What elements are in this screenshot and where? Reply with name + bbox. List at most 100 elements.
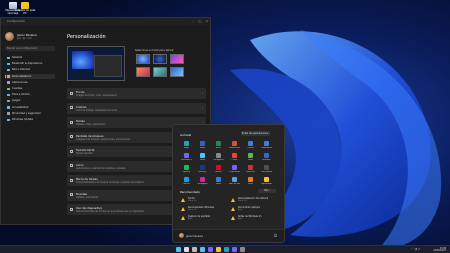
pinned-app[interactable]: Office: [229, 153, 240, 161]
recommended-date: Ayer: [188, 218, 193, 220]
pinned-app[interactable]: Fotos: [213, 177, 224, 185]
minimize-button[interactable]: –: [190, 19, 196, 23]
theme-thumb[interactable]: [170, 54, 184, 64]
wifi-icon: [7, 68, 10, 72]
pinned-app[interactable]: PowerPoint: [229, 141, 240, 149]
recommended-item[interactable]: Captura de pantalla Ayer: [181, 215, 229, 223]
pinned-app[interactable]: Paint: [245, 177, 256, 185]
recommended-item[interactable]: Fondo Hace 1 h: [181, 197, 229, 205]
store-icon[interactable]: [232, 247, 237, 252]
pinned-app-label: Excel: [215, 147, 222, 149]
avatar[interactable]: [5, 32, 14, 41]
person-icon: [7, 87, 10, 90]
recommended-date: Ayer: [238, 218, 243, 220]
tray-icons[interactable]: ⌃ ◔ ♪: [411, 247, 420, 251]
explorer-icon: [264, 177, 269, 182]
sidebar-item-6[interactable]: Cuentas: [5, 86, 55, 91]
pinned-app[interactable]: Solitaire: [261, 153, 272, 161]
cards-icon: [264, 153, 269, 158]
row-subtitle: Imagen de fondo, color, presentación: [76, 94, 117, 97]
maximize-button[interactable]: □: [197, 19, 203, 23]
pinned-app[interactable]: Bloc de notas: [229, 177, 240, 185]
calculator-icon: [264, 165, 269, 170]
explorer-icon[interactable]: [216, 247, 221, 252]
theme-thumb[interactable]: [153, 54, 167, 64]
pinned-app[interactable]: Calendario: [261, 141, 272, 149]
sidebar-item-label: Sistema: [12, 56, 23, 59]
clock-date: 24/06/2021: [433, 248, 446, 252]
start-icon[interactable]: [176, 247, 181, 252]
sidebar-item-label: Aplicaciones: [12, 80, 28, 84]
pinned-app[interactable]: Clipchamp: [229, 165, 240, 173]
pinned-app[interactable]: Instagram: [197, 177, 208, 185]
close-button[interactable]: ×: [204, 19, 210, 23]
chat-icon[interactable]: [208, 247, 213, 252]
word-icon: [200, 141, 205, 146]
pinned-app-label: Twitter: [183, 183, 190, 185]
pinned-app-label: Xbox: [248, 159, 253, 161]
start-user-name[interactable]: Javier Penalva: [186, 235, 203, 238]
pinned-app[interactable]: Fotos: [197, 153, 208, 161]
pinned-app[interactable]: Spotify: [181, 165, 192, 173]
sidebar-item-8[interactable]: Juegos: [5, 98, 55, 103]
sidebar-item-5[interactable]: Aplicaciones: [5, 80, 55, 85]
disney-icon: [200, 165, 205, 170]
avatar[interactable]: [179, 233, 184, 238]
theme-thumb[interactable]: [170, 67, 184, 77]
power-icon[interactable]: ⏻: [273, 233, 278, 238]
pinned-app[interactable]: Correo: [245, 141, 256, 149]
all-apps-button[interactable]: Todas las aplicaciones ›: [241, 131, 270, 136]
sidebar-item-9[interactable]: Accesibilidad: [5, 105, 55, 110]
system-clock[interactable]: 13:08 24/06/2021: [433, 247, 446, 253]
theme-thumb[interactable]: [153, 67, 167, 77]
theme-thumb[interactable]: [136, 67, 150, 77]
pinned-app[interactable]: Configuración: [213, 153, 224, 161]
pinned-app[interactable]: Twitter: [181, 177, 192, 185]
sidebar-item-label: Windows Update: [12, 118, 34, 121]
pinned-app[interactable]: Netflix: [213, 165, 224, 173]
file-icon: [231, 207, 235, 211]
pinned-app[interactable]: Calculadora: [261, 165, 272, 173]
file-icon: [181, 207, 185, 211]
recommended-item[interactable]: Recomendado Windows Hace 3 h: [181, 206, 229, 214]
settings-row[interactable]: Colores Color de énfasis, transparencia, …: [67, 102, 206, 114]
pinned-app[interactable]: Noticias: [245, 165, 256, 173]
sidebar-item-3[interactable]: Red e Internet: [5, 67, 55, 72]
widgets-icon[interactable]: [200, 247, 205, 252]
mail-icon: [248, 141, 253, 146]
pinned-app[interactable]: Edge: [181, 141, 192, 149]
pinned-app[interactable]: Xbox: [245, 153, 256, 161]
pinned-app[interactable]: Disney+: [197, 165, 208, 173]
file-icon: [181, 198, 185, 202]
recommended-item[interactable]: Personalización del sistema Hace 2 h: [231, 197, 279, 205]
search-icon[interactable]: [184, 247, 189, 252]
sidebar-item-2[interactable]: Bluetooth & dispositivos: [5, 61, 55, 66]
sidebar-item-1[interactable]: Sistema: [5, 55, 55, 60]
desktop-icon-folder[interactable]: Carpeta de este PC: [14, 2, 36, 16]
taskbar-icon: [70, 178, 73, 182]
palette-icon: [70, 106, 73, 109]
gear-icon[interactable]: [240, 247, 245, 252]
pinned-app-label: Edge: [183, 147, 190, 149]
pinned-app-label: Clipchamp: [229, 171, 240, 173]
task-view-icon[interactable]: [192, 247, 197, 252]
search-input[interactable]: Buscar una configuración: [5, 46, 55, 51]
sidebar-item-7[interactable]: Hora e idioma: [5, 92, 55, 97]
sidebar-item-10[interactable]: Privacidad y seguridad: [5, 111, 55, 116]
pinned-app[interactable]: Microsoft Store: [181, 153, 192, 161]
recommended-item[interactable]: Documento ejemplo Ayer: [231, 206, 279, 214]
row-subtitle: Instalar, crear, administrar: [76, 123, 106, 126]
sidebar-item-11[interactable]: Windows Update: [5, 117, 55, 122]
sidebar-item-4[interactable]: Personalización: [5, 73, 55, 79]
more-button[interactable]: Más ›: [258, 189, 276, 193]
recommended-item[interactable]: Notas de Windows 11 Ayer: [231, 215, 279, 223]
theme-thumb[interactable]: [136, 54, 150, 64]
pinned-app[interactable]: Excel: [213, 141, 224, 149]
image-icon: [70, 91, 73, 95]
start-icon: [70, 164, 73, 167]
pinned-app[interactable]: Explorador: [261, 177, 272, 185]
settings-row[interactable]: Fondo Imagen de fondo, color, presentació…: [67, 88, 206, 99]
pinned-app[interactable]: Word: [197, 141, 208, 149]
window-titlebar[interactable]: Configuración – □ ×: [1, 18, 210, 25]
edge-icon[interactable]: [224, 247, 229, 252]
